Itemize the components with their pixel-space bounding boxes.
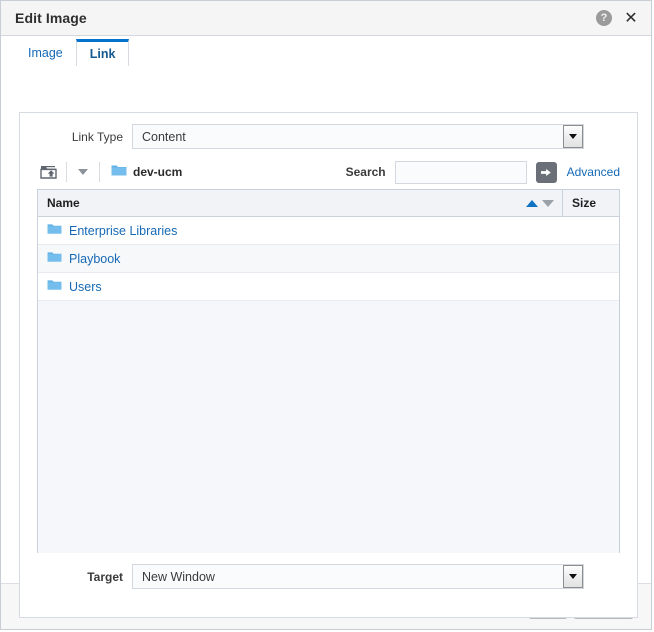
table-row-name[interactable]: Users	[69, 280, 102, 294]
dialog-titlebar: Edit Image ? ✕	[1, 1, 651, 36]
tabstrip: Image Link	[1, 36, 651, 66]
table-row[interactable]: Users	[38, 273, 619, 301]
folder-icon	[47, 223, 62, 238]
link-type-select[interactable]: Content	[132, 124, 584, 149]
chevron-down-icon[interactable]	[563, 565, 583, 588]
column-header-name[interactable]: Name	[38, 190, 562, 216]
content-table: Name Size Enterprise Libraries Playbook …	[37, 189, 620, 553]
help-icon[interactable]: ?	[596, 10, 612, 26]
up-folder-icon[interactable]	[37, 162, 59, 182]
edit-image-dialog: Edit Image ? ✕ Image Link Link Type Cont…	[0, 0, 652, 630]
browser-toolbar: dev-ucm Search Advanced	[20, 155, 637, 189]
dialog-title: Edit Image	[15, 10, 87, 26]
table-row[interactable]: Enterprise Libraries	[38, 217, 619, 245]
folder-icon	[47, 251, 62, 266]
folder-icon	[47, 279, 62, 294]
table-row-name[interactable]: Playbook	[69, 252, 120, 266]
folder-icon	[111, 164, 127, 180]
table-row-name[interactable]: Enterprise Libraries	[69, 224, 177, 238]
toolbar-separator	[66, 162, 67, 182]
table-header: Name Size	[38, 190, 619, 217]
table-body: Enterprise Libraries Playbook Users	[38, 217, 619, 553]
search-submit-button[interactable]	[535, 161, 557, 183]
toolbar-separator-2	[99, 162, 100, 182]
link-type-row: Link Type Content	[20, 113, 637, 149]
sort-ascending-icon[interactable]	[526, 199, 538, 207]
link-type-label: Link Type	[71, 129, 123, 144]
dialog-body: Image Link Link Type Content dev-ucm Sea…	[1, 36, 651, 618]
tab-link[interactable]: Link	[75, 39, 130, 66]
column-header-name-label: Name	[47, 196, 80, 210]
target-select[interactable]: New Window	[132, 564, 584, 589]
advanced-search-link[interactable]: Advanced	[567, 165, 620, 179]
target-row: Target New Window	[20, 564, 637, 589]
arrow-right-icon	[541, 168, 551, 176]
chevron-down-icon[interactable]	[563, 125, 583, 148]
table-row[interactable]: Playbook	[38, 245, 619, 273]
sort-controls	[526, 199, 562, 207]
tab-image[interactable]: Image	[15, 39, 76, 66]
close-icon[interactable]: ✕	[623, 10, 639, 26]
target-label: Target	[87, 569, 123, 584]
link-panel: Link Type Content dev-ucm Search Advance…	[19, 112, 638, 618]
target-value: New Window	[142, 569, 215, 584]
search-label: Search	[345, 165, 386, 179]
breadcrumb-label: dev-ucm	[133, 165, 183, 179]
search-input[interactable]	[394, 160, 527, 184]
link-type-value: Content	[142, 129, 186, 144]
breadcrumb[interactable]: dev-ucm	[111, 164, 182, 180]
caret-down-icon[interactable]	[74, 163, 92, 181]
sort-descending-icon[interactable]	[542, 199, 554, 207]
column-header-size[interactable]: Size	[562, 190, 619, 216]
